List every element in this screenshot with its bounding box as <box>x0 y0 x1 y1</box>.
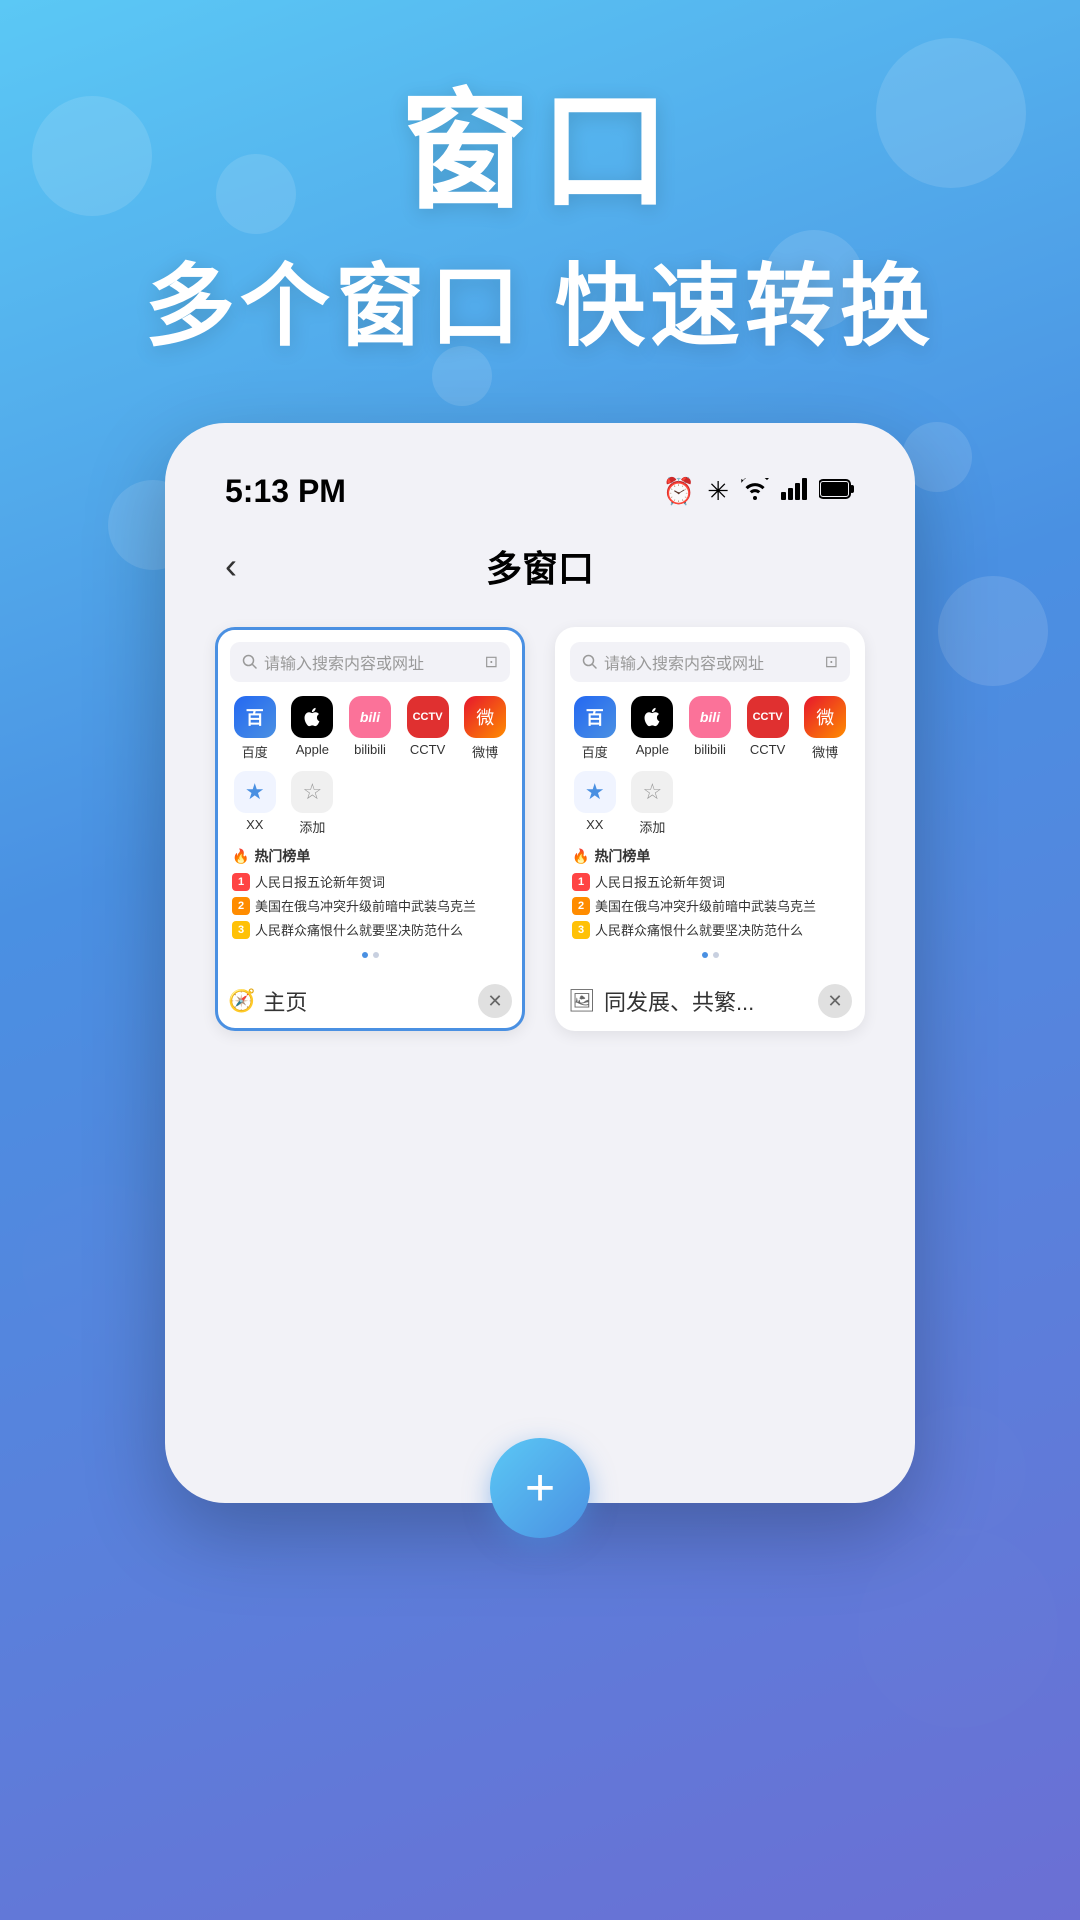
dot-active-1 <box>362 952 368 958</box>
tab-footer-2: 🖼 同发展、共繁... ✕ <box>558 970 862 1028</box>
alarm-icon: ⏰ <box>663 476 695 507</box>
fav-xx-2[interactable]: ★ XX <box>570 771 620 836</box>
quick-icon-cctv-1[interactable]: CCTV CCTV <box>403 696 453 761</box>
quick-icon-apple-1[interactable]: Apple <box>288 696 338 761</box>
fav-add-2[interactable]: ☆ 添加 <box>628 771 678 836</box>
back-button[interactable]: ‹ <box>225 545 237 587</box>
search-icon-1 <box>242 654 258 670</box>
tab-close-btn-1[interactable]: ✕ <box>478 984 512 1018</box>
tab-card-1[interactable]: 请输入搜索内容或网址 ⊡ 百 百度 Apple <box>215 627 525 1031</box>
tab-close-btn-2[interactable]: ✕ <box>818 984 852 1018</box>
cctv-icon-2: CCTV <box>747 696 789 738</box>
weibo-icon-2: 微 <box>804 696 846 738</box>
quick-icon-baidu-2[interactable]: 百 百度 <box>570 696 620 761</box>
bilibili-icon-1: bili <box>349 696 391 738</box>
status-time: 5:13 PM <box>225 473 346 510</box>
hot-item-1-1[interactable]: 1 人民日报五论新年贺词 <box>232 872 508 891</box>
dot-indicator-2 <box>570 944 850 962</box>
status-bar: 5:13 PM ⏰ ✳ <box>205 463 875 530</box>
hot-item-1-3[interactable]: 3 人民群众痛恨什么就要坚决防范什么 <box>232 920 508 939</box>
weibo-label-1: 微博 <box>472 742 498 761</box>
quick-icon-apple-2[interactable]: Apple <box>628 696 678 761</box>
baidu-label-1: 百度 <box>242 742 268 761</box>
fav-xx-1[interactable]: ★ XX <box>230 771 280 836</box>
cctv-icon-1: CCTV <box>407 696 449 738</box>
mini-browser-2: 请输入搜索内容或网址 ⊡ 百 百度 Apple <box>558 630 862 970</box>
quick-icons-1: 百 百度 Apple bili bilibili CCTV <box>230 696 510 761</box>
dot-indicator-1 <box>230 944 510 962</box>
quick-icon-baidu-1[interactable]: 百 百度 <box>230 696 280 761</box>
apple-label-1: Apple <box>296 742 329 757</box>
fav-row-1: ★ XX ☆ 添加 <box>230 771 510 836</box>
baidu-icon-2: 百 <box>574 696 616 738</box>
tabs-grid: 请输入搜索内容或网址 ⊡ 百 百度 Apple <box>205 617 875 1041</box>
apple-icon-1 <box>291 696 333 738</box>
quick-icon-weibo-1[interactable]: 微 微博 <box>460 696 510 761</box>
phone-mockup: 5:13 PM ⏰ ✳ ‹ 多窗口 <box>165 423 915 1503</box>
dot-1 <box>373 952 379 958</box>
hot-list-2: 🔥 热门榜单 1 人民日报五论新年贺词 2 美国在俄乌冲突升级前暗中武装乌克兰 … <box>570 846 850 939</box>
address-placeholder-1: 请输入搜索内容或网址 <box>264 650 424 674</box>
tab-footer-icon-1: 🧭 <box>228 988 255 1014</box>
dot-active-2 <box>702 952 708 958</box>
bilibili-label-1: bilibili <box>354 742 386 757</box>
quick-icon-cctv-2[interactable]: CCTV CCTV <box>743 696 793 761</box>
nav-title: 多窗口 <box>486 540 594 592</box>
wifi-icon <box>741 476 769 507</box>
signal-icon <box>781 476 807 507</box>
weibo-icon-1: 微 <box>464 696 506 738</box>
quick-icon-weibo-2[interactable]: 微 微博 <box>800 696 850 761</box>
cctv-label-1: CCTV <box>410 742 445 757</box>
quick-icon-bilibili-2[interactable]: bili bilibili <box>685 696 735 761</box>
nav-bar: ‹ 多窗口 <box>205 530 875 617</box>
status-icons: ⏰ ✳ <box>663 476 855 507</box>
tab-footer-label-1: 主页 <box>263 985 307 1017</box>
bilibili-icon-2: bili <box>689 696 731 738</box>
expand-icon-1: ⊡ <box>485 652 498 672</box>
hot-item-1-2[interactable]: 2 美国在俄乌冲突升级前暗中武装乌克兰 <box>232 896 508 915</box>
search-icon-2 <box>582 654 598 670</box>
hot-header-1: 🔥 热门榜单 <box>232 846 508 866</box>
tab-footer-icon-2: 🖼 <box>568 988 596 1014</box>
hot-item-2-2[interactable]: 2 美国在俄乌冲突升级前暗中武装乌克兰 <box>572 896 848 915</box>
battery-icon <box>819 476 855 507</box>
address-placeholder-2: 请输入搜索内容或网址 <box>604 650 764 674</box>
mini-browser-1: 请输入搜索内容或网址 ⊡ 百 百度 Apple <box>218 630 522 970</box>
quick-icon-bilibili-1[interactable]: bili bilibili <box>345 696 395 761</box>
apple-icon-2 <box>631 696 673 738</box>
address-bar-2[interactable]: 请输入搜索内容或网址 ⊡ <box>570 642 850 682</box>
bluetooth-icon: ✳ <box>707 476 729 507</box>
address-bar-1[interactable]: 请输入搜索内容或网址 ⊡ <box>230 642 510 682</box>
hot-item-2-1[interactable]: 1 人民日报五论新年贺词 <box>572 872 848 891</box>
fav-add-1[interactable]: ☆ 添加 <box>288 771 338 836</box>
header-section: 窗口 多个窗口 快速转换 <box>0 0 1080 363</box>
fav-row-2: ★ XX ☆ 添加 <box>570 771 850 836</box>
hot-list-1: 🔥 热门榜单 1 人民日报五论新年贺词 2 美国在俄乌冲突升级前暗中武装乌克兰 … <box>230 846 510 939</box>
hot-item-2-3[interactable]: 3 人民群众痛恨什么就要坚决防范什么 <box>572 920 848 939</box>
hot-header-2: 🔥 热门榜单 <box>572 846 848 866</box>
baidu-icon-1: 百 <box>234 696 276 738</box>
tab-footer-label-2: 同发展、共繁... <box>604 985 754 1017</box>
add-tab-button[interactable]: + <box>490 1438 590 1538</box>
page-title-sub: 多个窗口 快速转换 <box>0 233 1080 363</box>
quick-icons-2: 百 百度 Apple bili bilibili CCTV <box>570 696 850 761</box>
dot-2 <box>713 952 719 958</box>
expand-icon-2: ⊡ <box>825 652 838 672</box>
tab-footer-1: 🧭 主页 ✕ <box>218 970 522 1028</box>
tab-card-2[interactable]: 请输入搜索内容或网址 ⊡ 百 百度 Apple <box>555 627 865 1031</box>
page-title-main: 窗口 <box>0 80 1080 223</box>
